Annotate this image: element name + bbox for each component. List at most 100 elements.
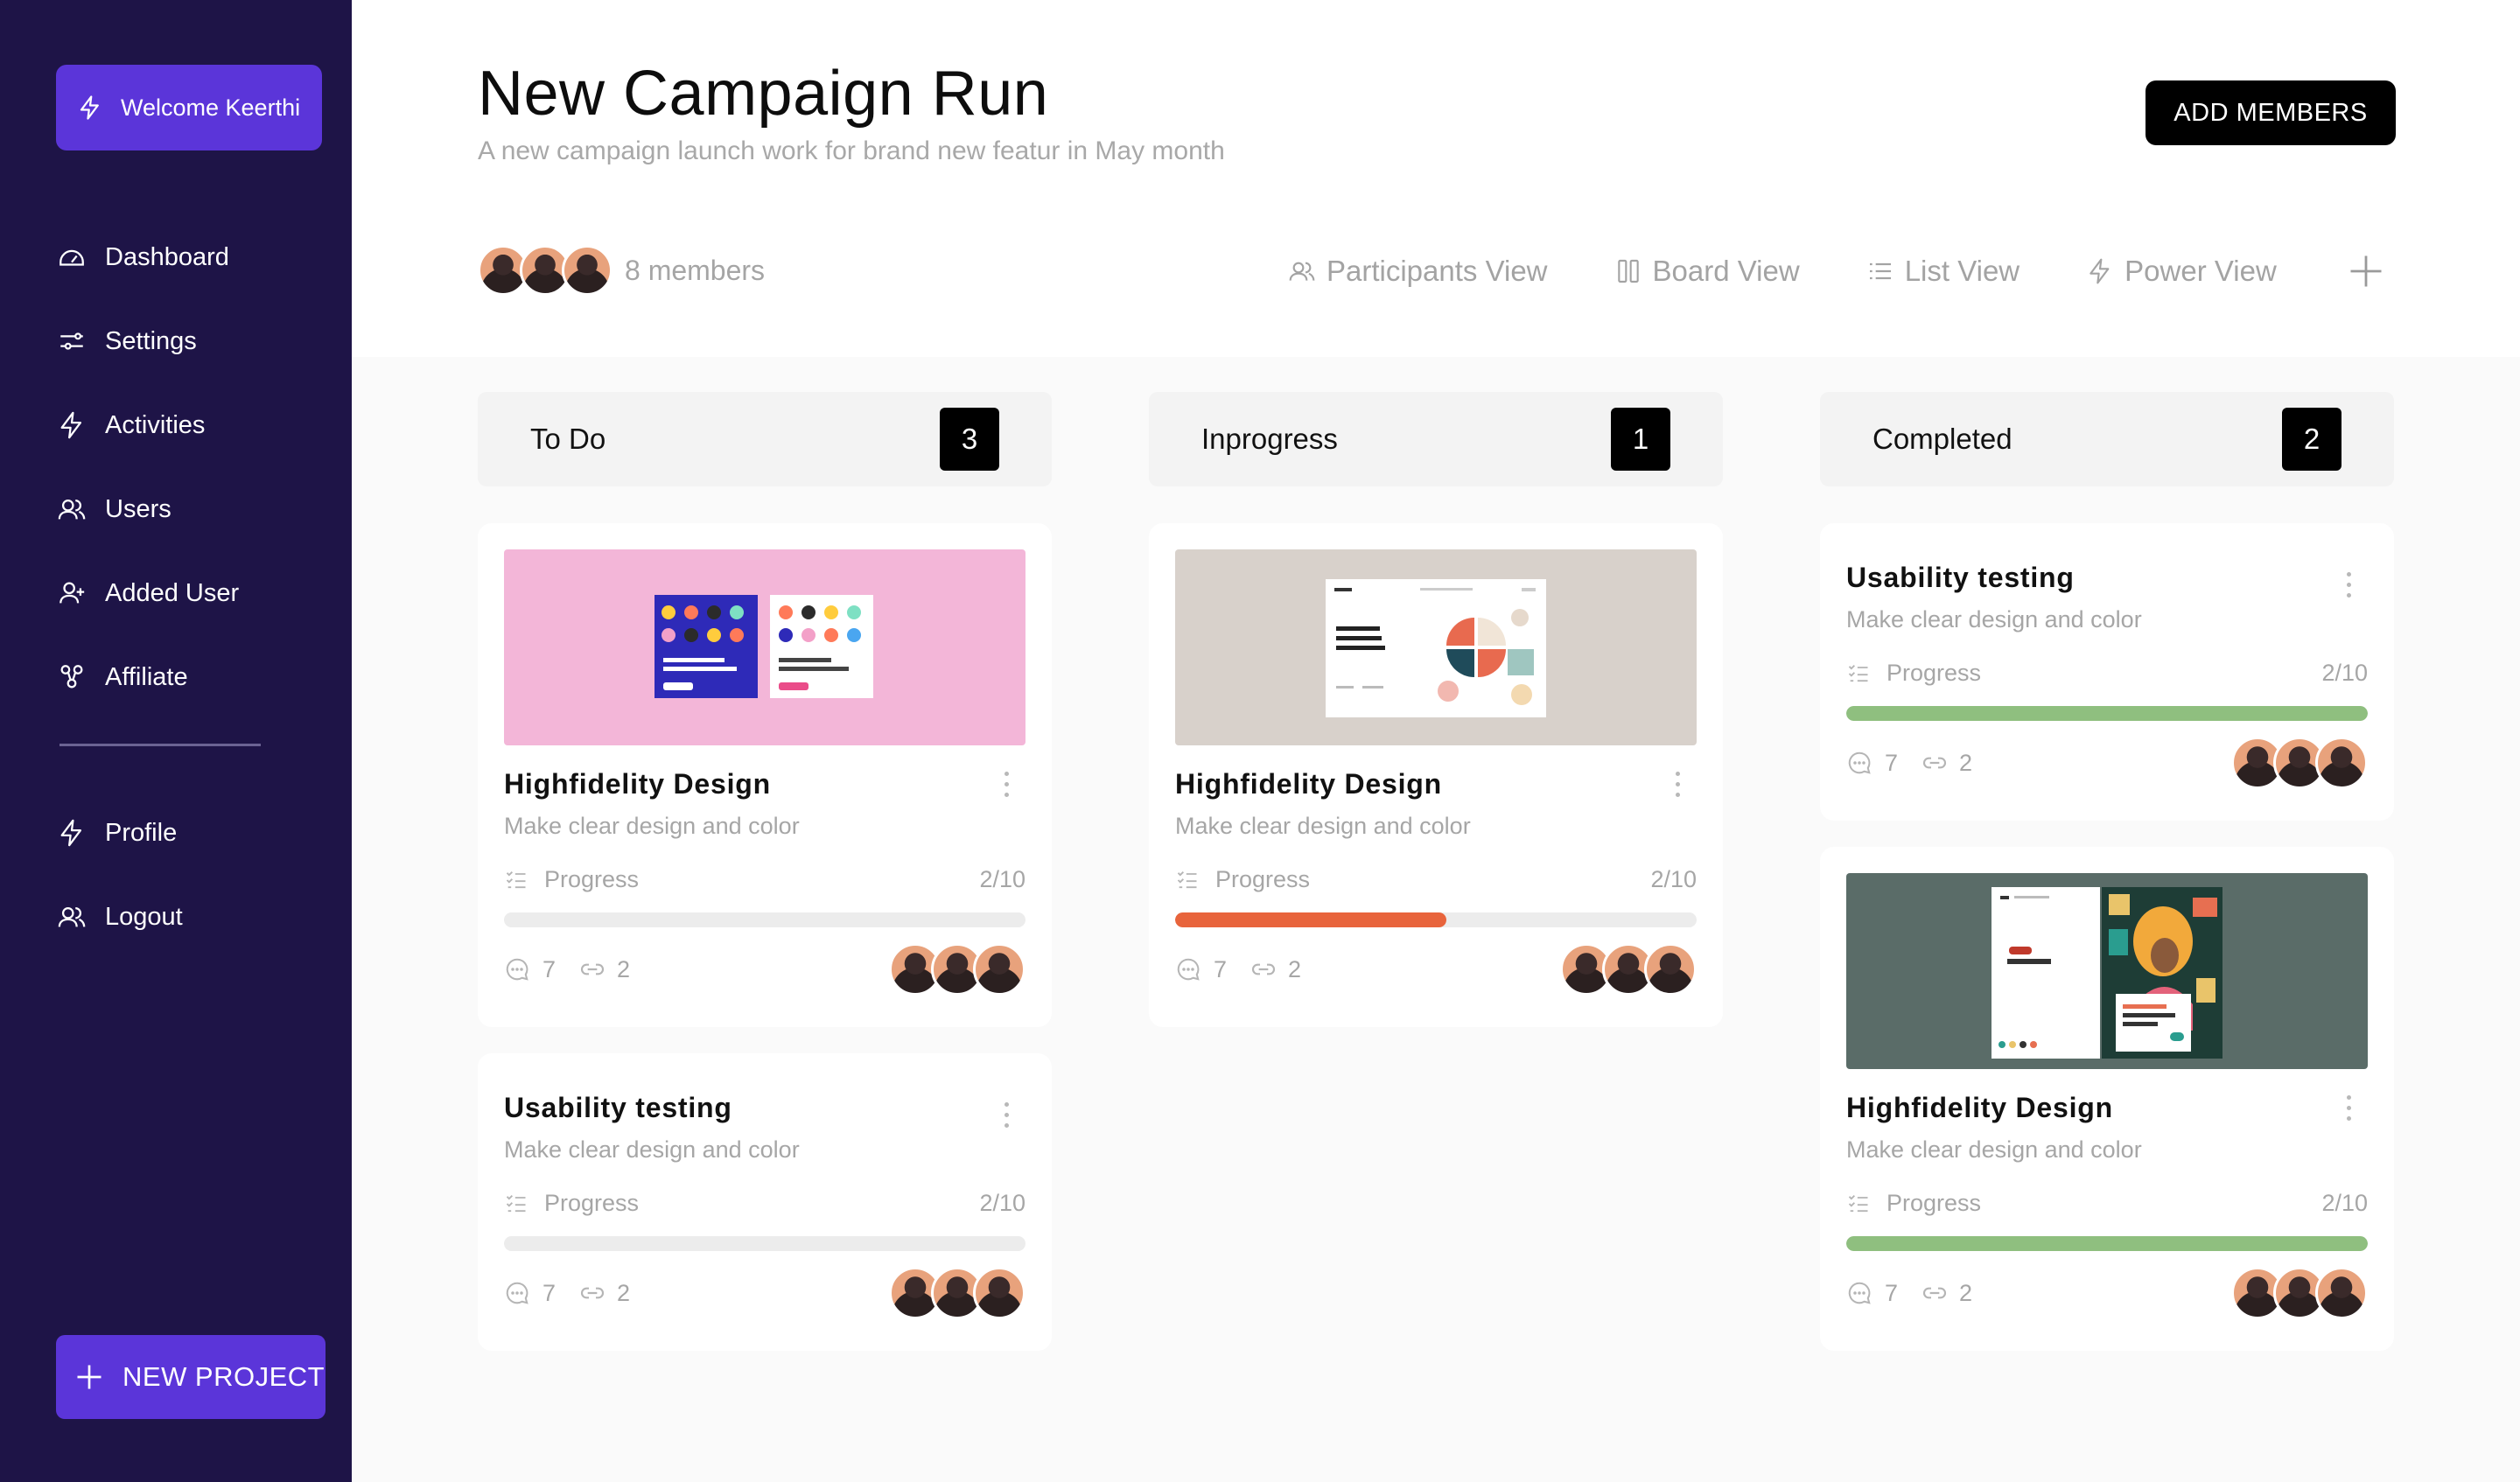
progress-label: Progress: [544, 1190, 640, 1216]
sidebar-item-label: Settings: [105, 326, 197, 355]
view-label: Power View: [2124, 255, 2277, 287]
tab-participants-view[interactable]: Participants View: [1286, 255, 1548, 288]
task-card[interactable]: Usability testing Make clear design and …: [1820, 523, 2394, 821]
card-meta: 7 2: [504, 943, 1026, 996]
progress-bar-fill: [1846, 1236, 2368, 1251]
sidebar-item-label: Profile: [105, 818, 178, 847]
column-count-badge: 3: [940, 408, 999, 471]
users-icon: [1286, 255, 1318, 287]
column-count-badge: 1: [1611, 408, 1670, 471]
column-count-badge: 2: [2282, 408, 2342, 471]
users-icon: [56, 901, 88, 933]
avatar: [2315, 737, 2368, 789]
sidebar-item-users[interactable]: Users: [56, 467, 318, 551]
sidebar-item-dashboard[interactable]: Dashboard: [56, 215, 318, 299]
progress-bar: [1846, 706, 2368, 721]
card-meta: 7 2: [504, 1267, 1026, 1319]
sidebar-item-affiliate[interactable]: Affiliate: [56, 635, 318, 719]
progress-row: Progress 2/10: [1175, 866, 1697, 893]
card-menu-button[interactable]: [1003, 772, 1010, 797]
sidebar-item-activities[interactable]: Activities: [56, 383, 318, 467]
comment-icon: [1846, 1279, 1874, 1307]
sidebar-nav-secondary: Profile Logout: [56, 791, 318, 959]
progress-bar-fill: [1175, 912, 1446, 927]
add-members-button[interactable]: ADD MEMBERS: [2146, 80, 2396, 145]
task-card[interactable]: Highfidelity Design Make clear design an…: [1149, 523, 1723, 1027]
checklist-icon: [504, 867, 530, 893]
comment-count: 7: [542, 955, 556, 982]
comment-icon: [504, 1279, 532, 1307]
progress-value: 2/10: [2321, 1190, 2368, 1216]
sidebar-item-settings[interactable]: Settings: [56, 299, 318, 383]
card-menu-button[interactable]: [2345, 572, 2352, 598]
list-icon: [1865, 255, 1896, 287]
card-title: Highfidelity Design: [1175, 768, 1442, 800]
card-assignees[interactable]: [889, 1267, 1026, 1319]
link-icon: [578, 1279, 606, 1307]
member-avatars: [478, 245, 612, 296]
comment-count: 7: [1214, 955, 1228, 982]
card-description: Make clear design and color: [504, 813, 800, 839]
card-menu-button[interactable]: [1003, 1102, 1010, 1128]
card-assignees[interactable]: [1560, 943, 1697, 996]
card-assignees[interactable]: [2231, 1267, 2368, 1319]
avatar: [1644, 943, 1697, 996]
sidebar-nav: Dashboard Settings Activities Users Adde…: [56, 215, 318, 719]
column-header: To Do 3: [478, 392, 1052, 486]
view-switcher: Participants View Board View List View P…: [1286, 245, 2342, 297]
task-card[interactable]: Highfidelity Design Make clear design an…: [478, 523, 1052, 1027]
progress-row: Progress 2/10: [504, 1190, 1026, 1217]
sidebar-item-label: Added User: [105, 578, 240, 607]
card-description: Make clear design and color: [1846, 1136, 2142, 1163]
progress-row: Progress 2/10: [504, 866, 1026, 893]
new-project-button[interactable]: NEW PROJECT: [56, 1335, 326, 1419]
avatar: [562, 245, 612, 296]
column-completed: Completed 2 Usability testing Make clear…: [1820, 392, 2394, 1351]
column-title: Inprogress: [1201, 423, 1338, 455]
plus-icon: [72, 1360, 107, 1395]
page-subtitle: A new campaign launch work for brand new…: [478, 136, 1225, 165]
tab-list-view[interactable]: List View: [1865, 255, 2020, 288]
task-card[interactable]: Highfidelity Design Make clear design an…: [1820, 847, 2394, 1351]
task-card[interactable]: Usability testing Make clear design and …: [478, 1053, 1052, 1351]
progress-value: 2/10: [979, 1190, 1026, 1216]
members-count: 8 members: [625, 254, 766, 286]
welcome-button[interactable]: Welcome Keerthi: [56, 65, 322, 150]
avatar: [2315, 1267, 2368, 1319]
tab-power-view[interactable]: Power View: [2084, 255, 2277, 288]
tab-board-view[interactable]: Board View: [1613, 255, 1800, 288]
progress-value: 2/10: [1650, 866, 1697, 892]
column-title: To Do: [530, 423, 606, 455]
sidebar-item-profile[interactable]: Profile: [56, 791, 318, 875]
link-icon: [1921, 749, 1949, 777]
progress-label: Progress: [1886, 660, 1982, 686]
progress-bar: [504, 912, 1026, 927]
kanban-board: To Do 3 Highfidelity Design Make clear d…: [352, 357, 2520, 1482]
plus-icon: [2348, 253, 2384, 294]
avatar: [973, 1267, 1026, 1319]
progress-bar: [1846, 1236, 2368, 1251]
members-summary[interactable]: 8 members: [478, 245, 765, 296]
card-thumbnail: [1846, 873, 2368, 1069]
sidebar-item-label: Logout: [105, 902, 183, 931]
column-title: Completed: [1872, 423, 2012, 455]
progress-bar-fill: [1846, 706, 2368, 721]
card-title: Usability testing: [504, 1092, 732, 1123]
bolt-icon: [2084, 255, 2116, 287]
card-description: Make clear design and color: [504, 1136, 800, 1163]
card-assignees[interactable]: [2231, 737, 2368, 789]
add-view-button[interactable]: [2347, 254, 2385, 292]
sidebar-item-added-user[interactable]: Added User: [56, 551, 318, 635]
new-project-label: NEW PROJECT: [122, 1361, 326, 1392]
checklist-icon: [504, 1191, 530, 1217]
card-assignees[interactable]: [889, 943, 1026, 996]
bolt-icon: [56, 817, 88, 849]
card-menu-button[interactable]: [1674, 772, 1681, 797]
link-count: 2: [617, 955, 631, 982]
board-icon: [1613, 255, 1644, 287]
link-count: 2: [1959, 1279, 1973, 1306]
comment-count: 7: [1885, 749, 1899, 776]
comment-icon: [1175, 955, 1203, 983]
card-menu-button[interactable]: [2345, 1095, 2352, 1121]
sidebar-item-logout[interactable]: Logout: [56, 875, 318, 959]
